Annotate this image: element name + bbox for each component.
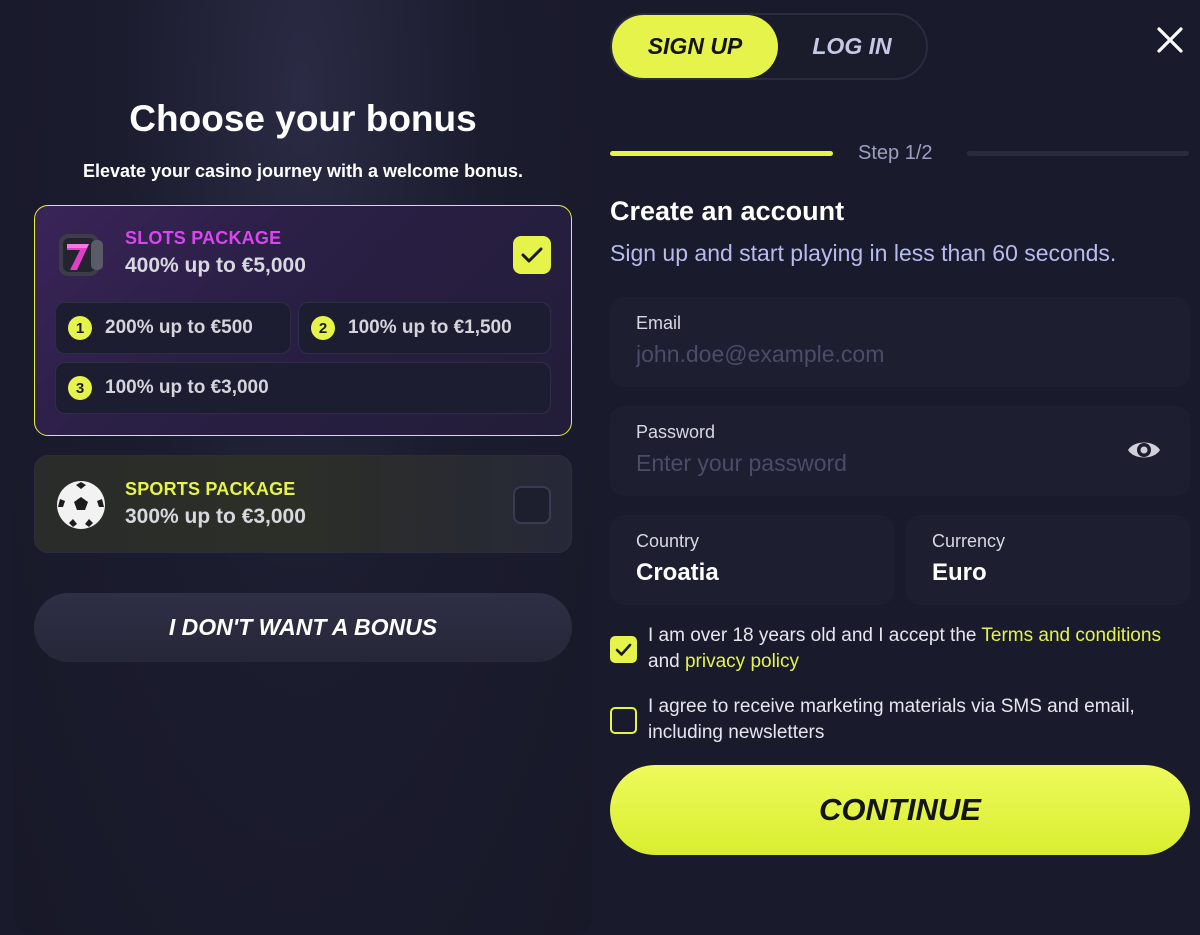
marketing-text: I agree to receive marketing materials v… <box>648 694 1193 746</box>
form-subtitle: Sign up and start playing in less than 6… <box>610 240 1117 266</box>
tab-log-in[interactable]: LOG IN <box>778 15 926 78</box>
slot-seven-icon <box>59 234 103 276</box>
sports-package-card[interactable]: SPORTS PACKAGE 300% up to €3,000 <box>34 455 572 553</box>
privacy-policy-link[interactable]: privacy policy <box>685 651 799 672</box>
currency-label: Currency <box>932 531 1006 551</box>
marketing-text-line1: I agree to receive marketing materials v… <box>648 696 1135 717</box>
country-value: Croatia <box>636 559 719 586</box>
soccer-ball-icon <box>57 481 105 529</box>
check-icon <box>521 247 543 263</box>
password-input[interactable] <box>636 450 1106 477</box>
eye-icon[interactable] <box>1126 432 1162 468</box>
step-label: Step 1/2 <box>858 142 933 164</box>
email-label: Email <box>636 313 682 333</box>
terms-text-and: and <box>648 651 685 672</box>
currency-select[interactable]: Currency Euro <box>906 515 1190 605</box>
terms-text: I am over 18 years old and I accept the … <box>648 623 1193 675</box>
slots-package-name: SLOTS PACKAGE <box>125 228 282 248</box>
sports-package-name: SPORTS PACKAGE <box>125 479 296 499</box>
marketing-agreement: I agree to receive marketing materials v… <box>610 694 1200 750</box>
step-progress-remaining <box>967 151 1189 156</box>
currency-value: Euro <box>932 559 987 586</box>
slots-package-card[interactable]: SLOTS PACKAGE 400% up to €5,000 1 200% u… <box>34 205 572 436</box>
check-icon <box>615 643 632 656</box>
form-title: Create an account <box>610 196 845 226</box>
email-input[interactable] <box>636 341 1106 368</box>
tier-number-badge: 2 <box>311 316 335 340</box>
no-bonus-button[interactable]: I DON'T WANT A BONUS <box>34 593 572 662</box>
bonus-subtitle: Elevate your casino journey with a welco… <box>82 161 524 181</box>
tier-number-badge: 1 <box>68 316 92 340</box>
country-label: Country <box>636 531 700 551</box>
slots-tier-2: 2 100% up to €1,500 <box>298 302 551 354</box>
password-field[interactable]: Password <box>610 406 1190 496</box>
tab-sign-up[interactable]: SIGN UP <box>612 15 778 78</box>
slots-tier-1: 1 200% up to €500 <box>55 302 291 354</box>
password-label: Password <box>636 422 716 442</box>
sports-package-value: 300% up to €3,000 <box>125 505 306 528</box>
bonus-panel: Choose your bonus Elevate your casino jo… <box>14 0 592 935</box>
auth-tab-switch: SIGN UP LOG IN <box>610 13 928 80</box>
email-field[interactable]: Email <box>610 297 1190 387</box>
terms-link[interactable]: Terms and conditions <box>981 625 1161 646</box>
terms-text-before: I am over 18 years old and I accept the <box>648 625 982 646</box>
continue-button[interactable]: CONTINUE <box>610 765 1190 855</box>
tier-text: 200% up to €500 <box>105 317 253 338</box>
tier-text: 100% up to €1,500 <box>348 317 512 338</box>
marketing-checkbox[interactable] <box>610 707 637 734</box>
tier-text: 100% up to €3,000 <box>105 377 269 398</box>
marketing-text-line2: including newsletters <box>648 722 825 743</box>
slots-package-checkbox[interactable] <box>513 236 551 274</box>
tier-number-badge: 3 <box>68 376 92 400</box>
sports-package-checkbox[interactable] <box>513 486 551 524</box>
slots-tier-3: 3 100% up to €3,000 <box>55 362 551 414</box>
bonus-title: Choose your bonus <box>129 98 477 139</box>
country-select[interactable]: Country Croatia <box>610 515 894 605</box>
terms-checkbox[interactable] <box>610 636 637 663</box>
close-icon[interactable] <box>1154 24 1186 56</box>
step-progress-completed <box>610 151 833 156</box>
terms-agreement: I am over 18 years old and I accept the … <box>610 623 1200 679</box>
slots-package-value: 400% up to €5,000 <box>125 254 306 277</box>
